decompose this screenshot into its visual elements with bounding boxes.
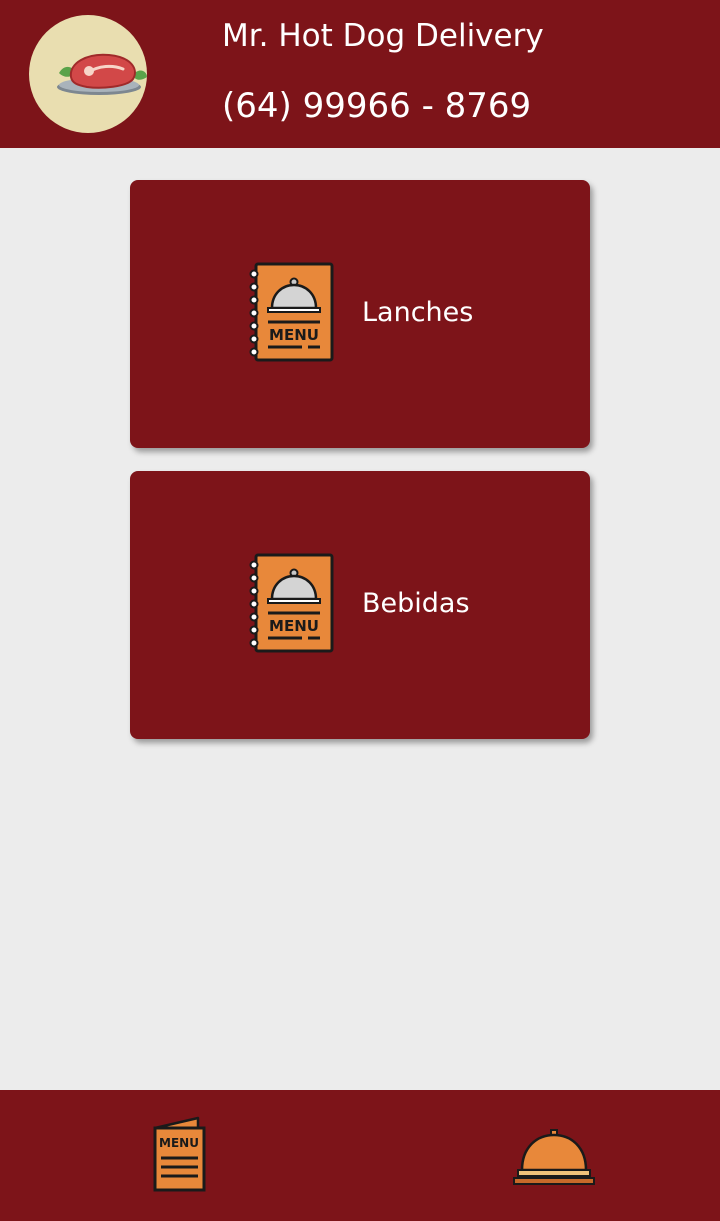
bottom-nav: MENU <box>0 1090 720 1221</box>
category-card-lanches[interactable]: MENU Lanches <box>130 180 590 448</box>
logo <box>29 15 147 133</box>
category-card-bebidas[interactable]: MENU Bebidas <box>130 471 590 739</box>
menu-icon-text: MENU <box>269 617 319 635</box>
restaurant-name: Mr. Hot Dog Delivery <box>222 18 544 54</box>
menu-icon-text: MENU <box>269 326 319 344</box>
category-label: Bebidas <box>362 588 470 619</box>
app-header: Mr. Hot Dog Delivery (64) 99966 - 8769 <box>0 0 720 148</box>
menu-icon: MENU <box>153 1116 206 1192</box>
nav-menu-button[interactable]: MENU <box>150 1116 210 1192</box>
phone-number: (64) 99966 - 8769 <box>222 86 532 126</box>
menu-icon-label: MENU <box>159 1136 199 1150</box>
menu-book-icon: MENU <box>248 262 336 364</box>
nav-order-button[interactable] <box>510 1126 598 1188</box>
service-bell-icon <box>513 1129 595 1185</box>
menu-book-icon: MENU <box>248 553 336 655</box>
category-label: Lanches <box>362 297 474 328</box>
meat-plate-icon <box>57 53 147 95</box>
